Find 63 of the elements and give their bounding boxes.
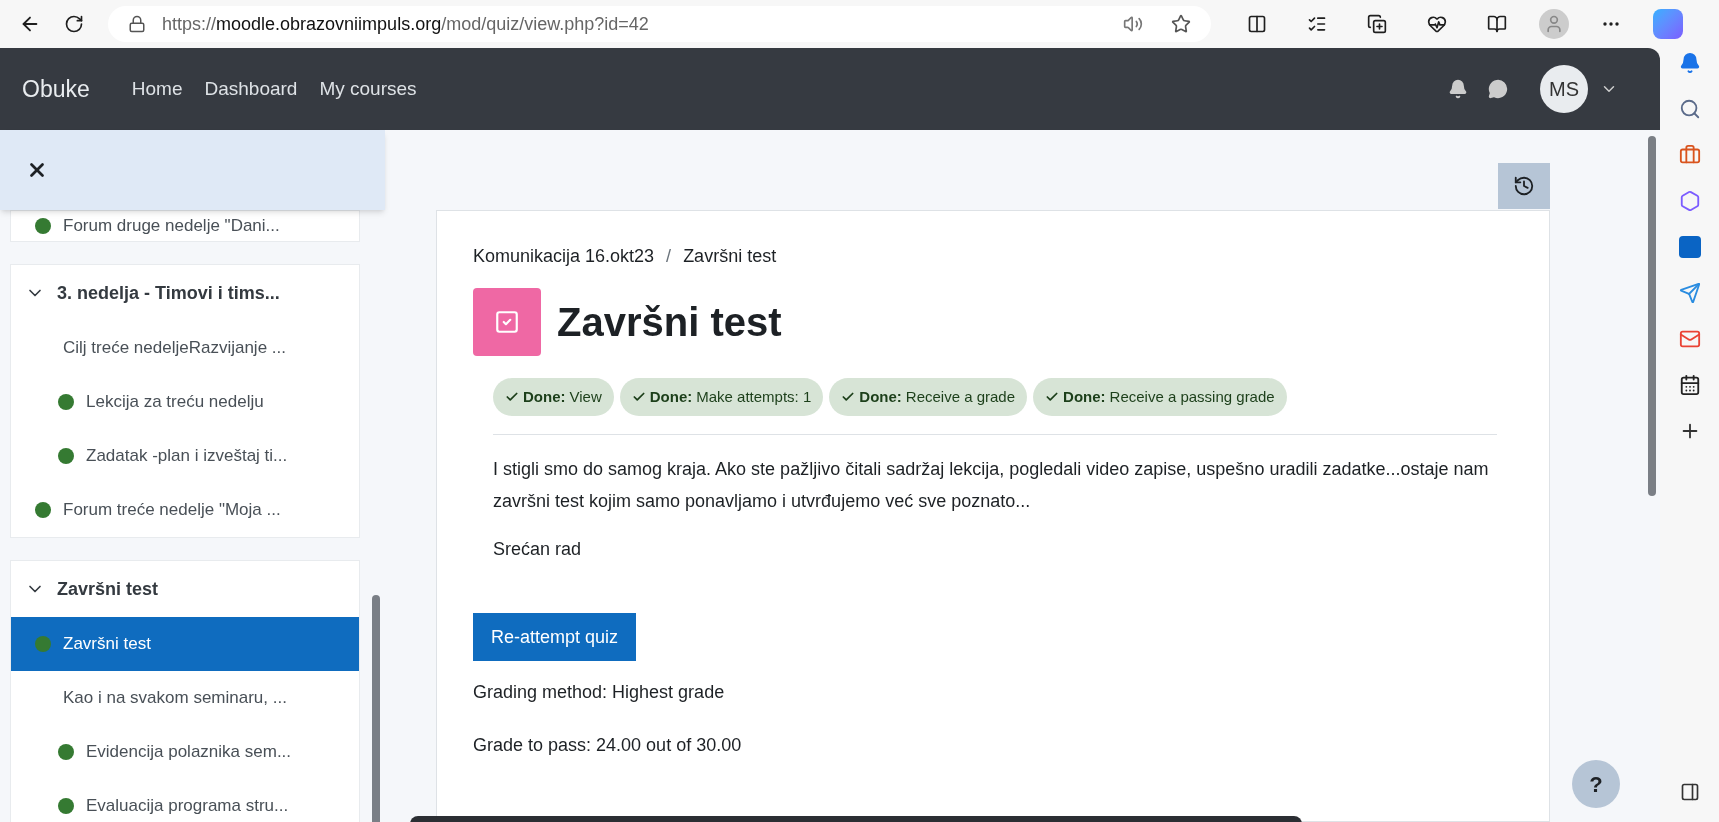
- calendar-icon[interactable]: [1678, 374, 1701, 396]
- sidebar-item[interactable]: Kao i na svakom seminaru, ...: [11, 671, 359, 725]
- profile-button[interactable]: [1539, 9, 1569, 39]
- description-paragraph: Srećan rad: [493, 538, 583, 561]
- breadcrumb-link[interactable]: Komunikacija 16.okt23: [473, 243, 655, 270]
- site-brand[interactable]: Obuke: [22, 71, 90, 107]
- send-icon[interactable]: [1678, 282, 1701, 304]
- section-heading[interactable]: 3. nedelja - Timovi i tims...: [11, 265, 359, 321]
- check-icon: [841, 390, 856, 404]
- completion-badge: Done: Receive a grade: [829, 378, 1028, 416]
- nav-link[interactable]: Dashboard: [204, 74, 298, 104]
- more-icon: [1603, 22, 1619, 26]
- scrollbar-thumb[interactable]: [372, 595, 380, 822]
- description-paragraph: I stigli smo do samog kraja. Ako ste pažljivo čitali sadržaj lekcija, pogledali video zapise, uspešno uradili zadatke...ostaje nam završni test kojim samo ponavljamo i utvrđujemo već sve poznato...: [493, 458, 1490, 513]
- url-text: https://moodle.obrazovniimpuls.org/mod/quiz/view.php?id=42: [162, 12, 650, 36]
- address-bar[interactable]: https://moodle.obrazovniimpuls.org/mod/quiz/view.php?id=42: [108, 6, 1211, 42]
- quiz-info-text: Grading method: Highest grade: [473, 681, 726, 704]
- section-heading[interactable]: Završni test: [11, 561, 359, 617]
- person-icon: [1544, 14, 1564, 34]
- check-icon: [631, 390, 646, 404]
- sidebar-item[interactable]: Evaluacija programa stru...: [11, 779, 359, 822]
- sidebar-item[interactable]: Evidencija polaznika sem...: [11, 725, 359, 779]
- sidebar-item[interactable]: Završni test: [11, 617, 359, 671]
- completion-badge: Done: Make attempts: 1: [619, 378, 824, 416]
- breadcrumb-link[interactable]: Završni test: [683, 243, 777, 270]
- sidebar-item[interactable]: Forum treće nedelje "Moja ...: [11, 483, 359, 537]
- collections-icon: [1367, 14, 1387, 34]
- help-button[interactable]: ?: [1572, 760, 1620, 808]
- page-scrollbar-thumb[interactable]: [1648, 136, 1656, 496]
- check-icon: [505, 390, 519, 404]
- hexagon-icon[interactable]: [1678, 190, 1701, 212]
- history-icon: [1513, 175, 1535, 197]
- favorites-list-icon: [1307, 14, 1327, 34]
- breadcrumb-separator: /: [666, 245, 672, 268]
- lock-icon: [128, 15, 146, 33]
- check-icon: [1045, 390, 1060, 404]
- heart-pulse-icon: [1427, 14, 1447, 34]
- nav-link[interactable]: My courses: [319, 74, 417, 104]
- panel-icon[interactable]: [1679, 782, 1700, 802]
- quiz-info-text: Grade to pass: 24.00 out of 30.00: [473, 734, 743, 757]
- sidebar-item[interactable]: Cilj treće nedeljeRazvijanje ...: [11, 321, 359, 375]
- page-title: Završni test: [557, 299, 782, 346]
- user-avatar[interactable]: MS: [1540, 65, 1588, 113]
- favorite-star-icon: [1171, 14, 1191, 34]
- reattempt-button[interactable]: Re-attempt quiz: [473, 613, 637, 661]
- split-screen-icon: [1247, 14, 1267, 34]
- bell-icon[interactable]: [1678, 52, 1701, 74]
- sidebar-item[interactable]: Zadatak -plan i izveštaj ti...: [11, 429, 359, 483]
- completion-badge: Done: Receive a passing grade: [1033, 378, 1287, 416]
- mail-icon[interactable]: [1678, 328, 1701, 350]
- read-aloud-icon: [1123, 14, 1143, 34]
- messages-icon[interactable]: [1488, 79, 1508, 99]
- book-icon: [1487, 14, 1507, 34]
- sidebar-item[interactable]: Forum druge nedelje "Dani...: [11, 211, 359, 241]
- sidebar-item[interactable]: Lekcija za treću nedelju: [11, 375, 359, 429]
- completion-badge: Done: View: [493, 378, 614, 416]
- reload-icon: [64, 14, 84, 34]
- quiz-icon: [473, 288, 541, 356]
- notifications-icon[interactable]: [1448, 79, 1468, 99]
- nav-link[interactable]: Home: [131, 74, 183, 104]
- search-icon[interactable]: [1678, 98, 1701, 120]
- history-button[interactable]: [1498, 163, 1550, 209]
- briefcase-icon[interactable]: [1678, 144, 1701, 166]
